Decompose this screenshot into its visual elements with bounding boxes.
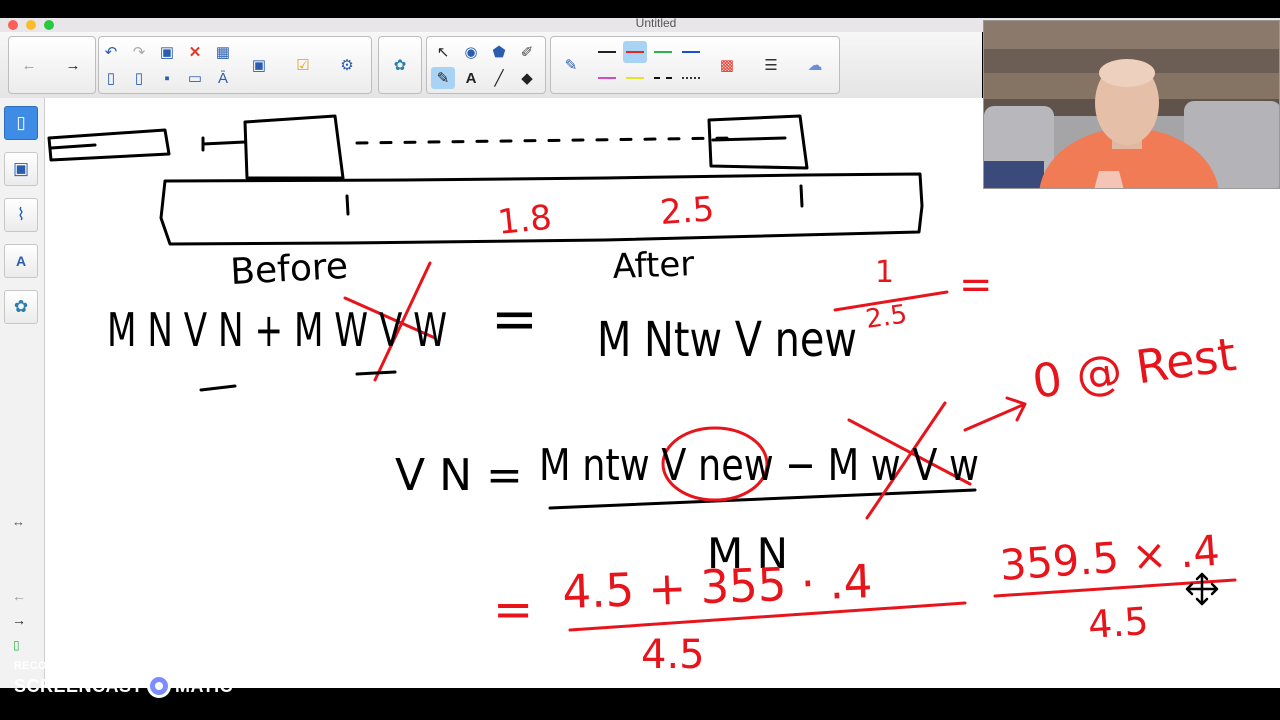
fraction-line-main (548, 488, 977, 510)
webcam-overlay[interactable] (983, 20, 1280, 189)
right-denominator: 4.5 (1087, 599, 1150, 647)
capture-icon[interactable]: ▣ (247, 54, 271, 76)
save-icon[interactable]: ▪ (155, 67, 179, 89)
view-screens-icon[interactable]: Ā (211, 67, 235, 89)
label-red-2-5: 2.5 (659, 189, 716, 233)
motion-dashes (355, 136, 737, 145)
pen-color-black[interactable] (595, 41, 619, 63)
calc-denominator: 4.5 (641, 632, 705, 678)
pen-color-red[interactable] (623, 41, 647, 63)
back-arrow-icon[interactable]: ← (17, 54, 41, 76)
pen-group: ✎ ▩ ☰ ☁ (550, 36, 840, 94)
add-on-icon[interactable]: ⚙ (335, 54, 359, 76)
underline-vn (199, 384, 237, 392)
calc-equals: = (493, 582, 533, 638)
pen-icon[interactable]: ✎ (559, 54, 583, 76)
measurement-tool-icon[interactable]: ✿ (388, 54, 412, 76)
measure-group: ✿ (378, 36, 422, 94)
left-block-drawing (47, 128, 171, 162)
tick-before (345, 194, 350, 216)
pen-tool-icon[interactable]: ✎ (431, 67, 455, 89)
red-arrow (963, 396, 1027, 432)
label-after: After (612, 244, 695, 287)
eraser-icon[interactable]: ✐ (515, 41, 539, 63)
color-palette-icon[interactable]: ▩ (715, 54, 739, 76)
right-numerator: 359.5 × .4 (998, 526, 1221, 590)
screencast-logo-icon (147, 674, 172, 698)
page-back-icon[interactable]: ← (12, 588, 26, 604)
fill-icon[interactable]: ⬟ (487, 41, 511, 63)
screen-shade-icon[interactable]: ▭ (183, 67, 207, 89)
redo-icon[interactable]: ↷ (127, 41, 151, 63)
new-page-icon[interactable]: ▯ (99, 67, 123, 89)
watermark-brand-a: SCREENCAST (14, 675, 144, 696)
webcam-scene (984, 21, 1279, 188)
zero-at-rest: 0 @ Rest (1029, 327, 1239, 409)
vn-numerator: M ntw V new − M w V w (539, 440, 979, 491)
expand-sidebar-icon[interactable]: ↔ (12, 514, 25, 529)
page-sorter-icon[interactable]: ▯ (4, 106, 38, 140)
watermark-recorded-with: RECORDED WITH (14, 660, 111, 672)
add-page-icon[interactable]: ▯ (13, 638, 20, 652)
edit-group: ↶ ↷ ▣ ✕ ▦ ▯ ▯ ▪ ▭ Ā ▣ ☑ ⚙ (98, 36, 372, 94)
equation-lhs: M N V N + M W V W (107, 303, 447, 357)
label-before: Before (229, 246, 349, 293)
tools-group: ↖ ◉ ⬟ ✐ ✎ A ╱ ◆ (426, 36, 546, 94)
main-toolbar: ← → ↶ ↷ ▣ ✕ ▦ ▯ ▯ ▪ ▭ Ā ▣ ☑ ⚙ ✿ ↖ ◉ ⬟ ✐ … (0, 32, 982, 99)
attachments-icon[interactable]: ⌇ (4, 198, 38, 232)
cart-after-drawing (707, 114, 809, 170)
pen-color-magenta[interactable] (595, 67, 619, 89)
select-arrow-icon[interactable]: ↖ (431, 41, 455, 63)
paste-icon[interactable]: ▣ (155, 41, 179, 63)
left-sidebar: ▯ ▣ ⌇ A ✿ ↔ ← → ▯ (0, 98, 45, 688)
pen-color-green[interactable] (651, 41, 675, 63)
forward-arrow-icon[interactable]: → (61, 54, 85, 76)
vn-lhs: V N = (395, 450, 523, 501)
equation-equals: = (491, 287, 538, 352)
shapes-icon[interactable]: ◉ (459, 41, 483, 63)
properties-icon[interactable]: A (4, 244, 38, 278)
spring-drawing (201, 136, 247, 152)
calc-numerator: 4.5 + 355 · .4 (561, 554, 873, 619)
page-icon[interactable]: ▯ (127, 67, 151, 89)
pen-color-blue[interactable] (679, 41, 703, 63)
delete-icon[interactable]: ✕ (183, 41, 207, 63)
red-fraction-num: 1 (875, 255, 894, 290)
nav-group: ← → (8, 36, 96, 94)
check-icon[interactable]: ☑ (291, 54, 315, 76)
pen-color-yellow[interactable] (623, 67, 647, 89)
watermark-brand-b: MATIC (175, 675, 234, 696)
underline-w (355, 370, 397, 376)
pen-color-extra[interactable] (679, 67, 703, 89)
add-ons-icon[interactable]: ✿ (4, 290, 38, 324)
line-icon[interactable]: ╱ (487, 67, 511, 89)
properties-icon[interactable]: ☁ (803, 54, 827, 76)
move-cursor-icon (1185, 572, 1219, 606)
tick-after (799, 184, 804, 208)
gallery-icon[interactable]: ▣ (4, 152, 38, 186)
watermark-brand: SCREENCAST MATIC (14, 674, 233, 698)
cart-before-drawing (243, 114, 345, 180)
pen-color-black-dashed[interactable] (651, 67, 675, 89)
undo-icon[interactable]: ↶ (99, 41, 123, 63)
text-icon[interactable]: A (459, 67, 483, 89)
eraser-block-icon[interactable]: ◆ (515, 67, 539, 89)
line-style-icon[interactable]: ☰ (759, 54, 783, 76)
label-red-1-8: 1.8 (496, 198, 554, 243)
red-equals: = (959, 262, 993, 308)
screencast-watermark: RECORDED WITH SCREENCAST MATIC (14, 660, 233, 698)
table-icon[interactable]: ▦ (211, 41, 235, 63)
red-fraction-den: 2.5 (864, 299, 909, 334)
equation-rhs: M Ntw V new (597, 312, 857, 368)
page-forward-icon[interactable]: → (12, 612, 26, 628)
